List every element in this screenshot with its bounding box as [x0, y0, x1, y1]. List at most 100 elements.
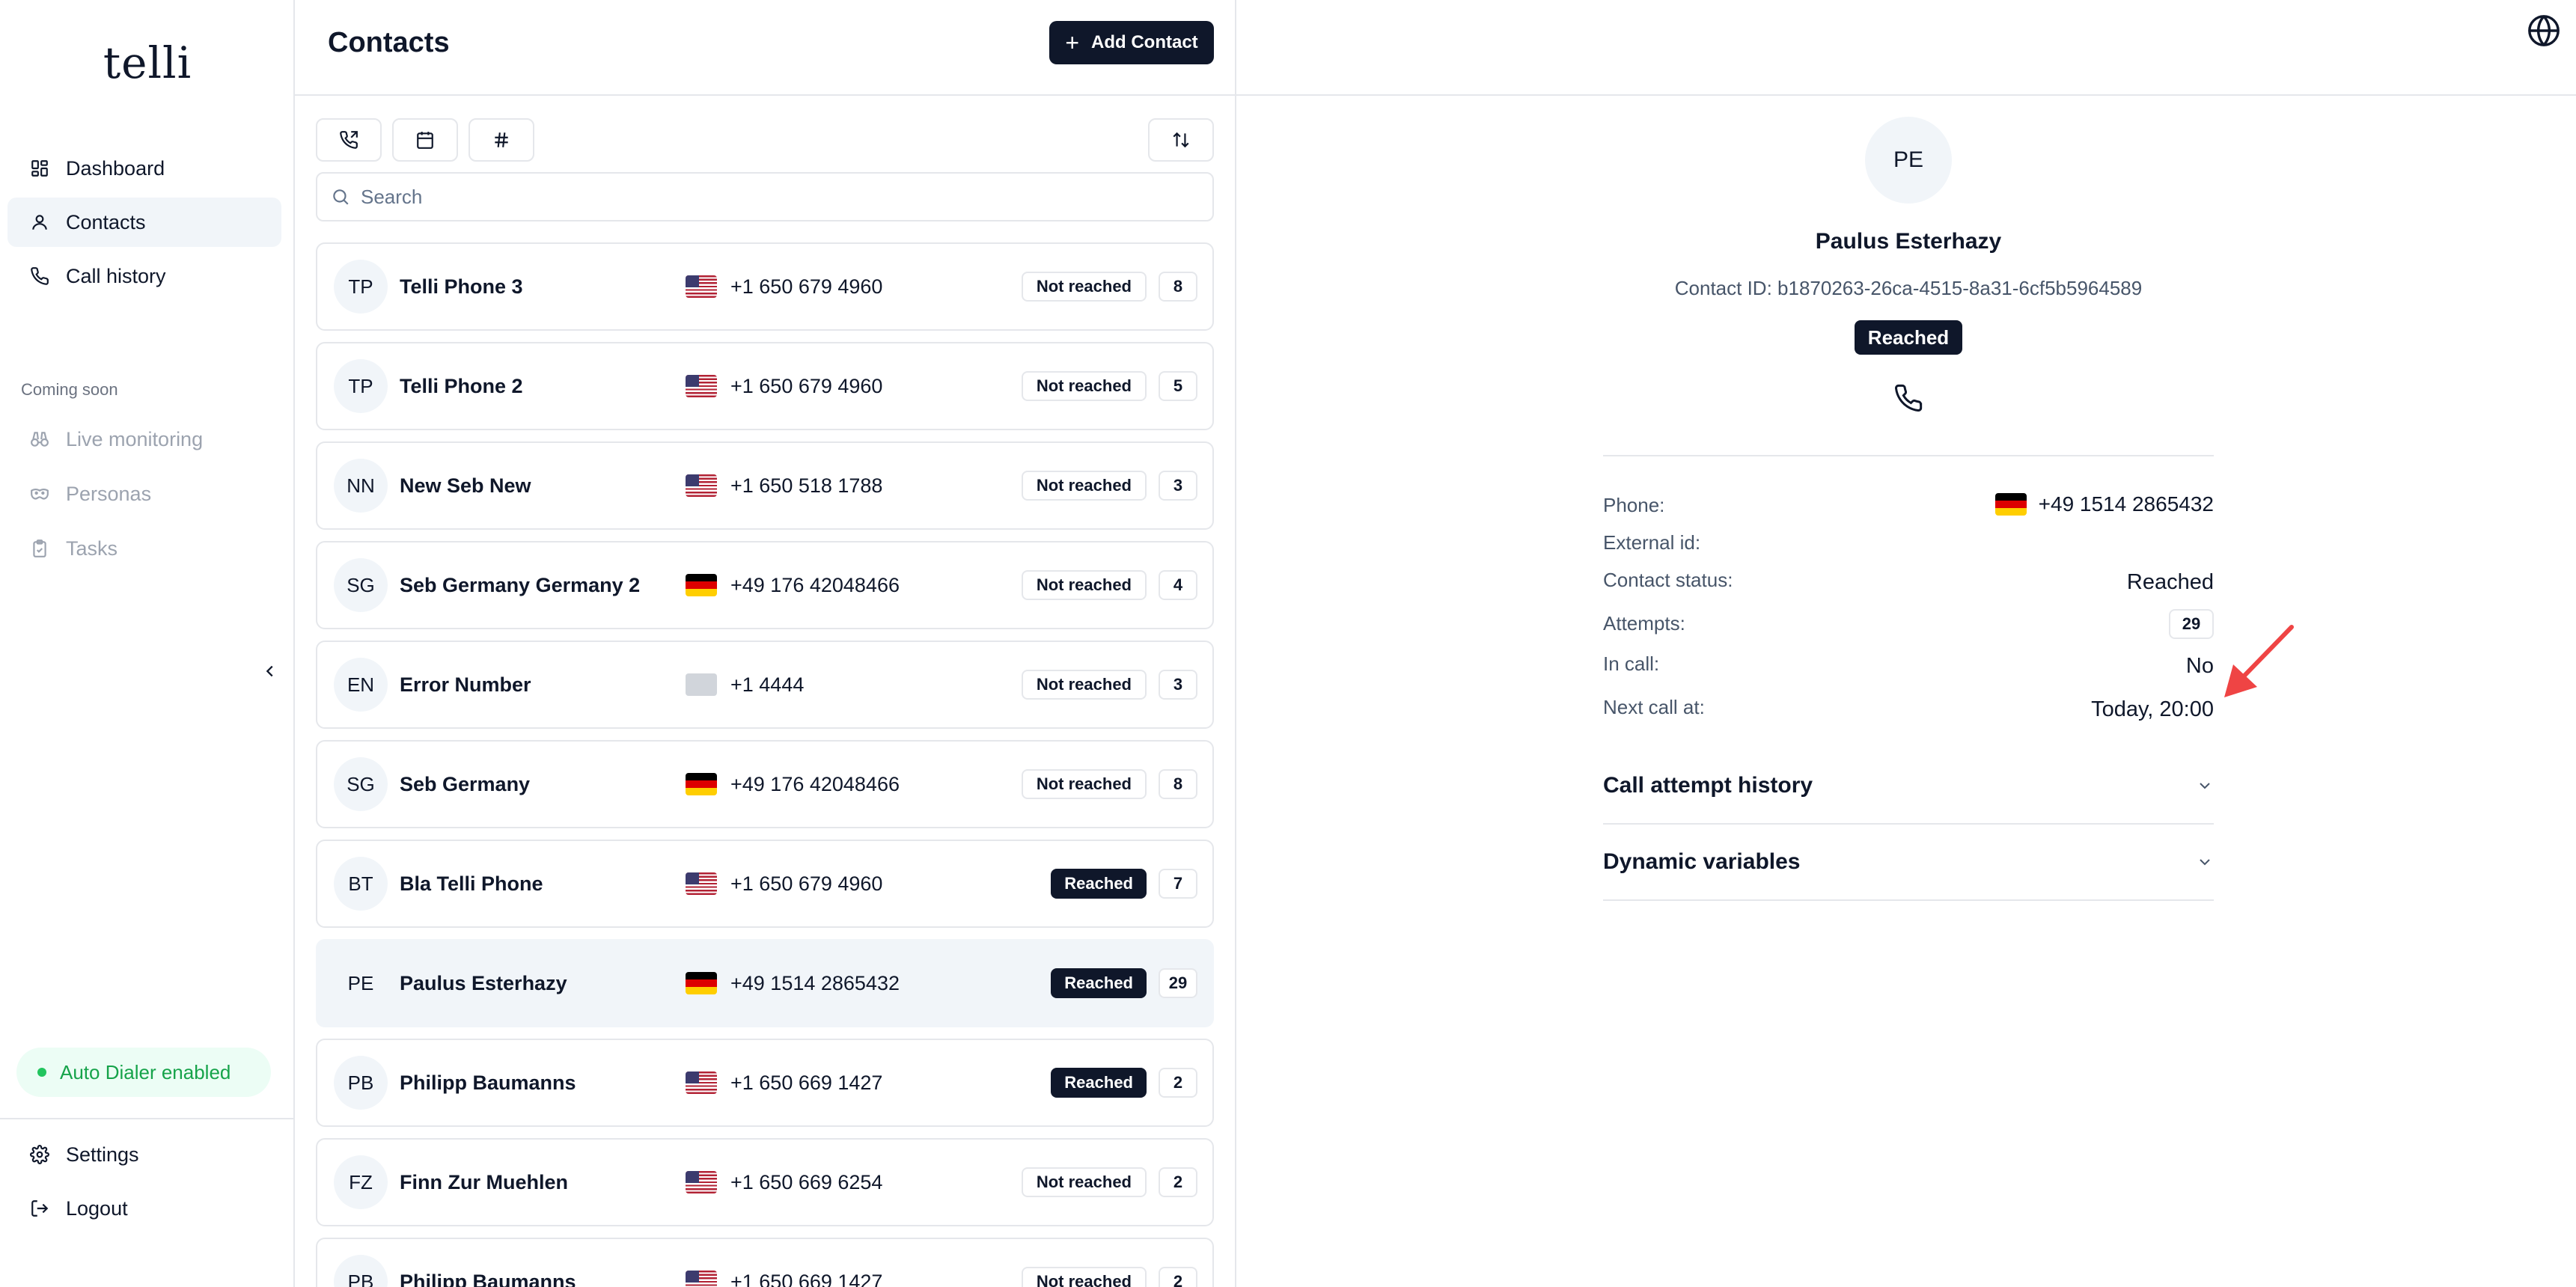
status-badge: Not reached — [1021, 272, 1147, 302]
nav-tasks: Tasks — [7, 524, 281, 573]
phone-value-text: +49 1514 2865432 — [2038, 492, 2214, 516]
germany-flag-icon — [1994, 493, 2027, 516]
nav-contacts-label: Contacts — [66, 210, 146, 233]
plus-icon: + — [1065, 29, 1080, 56]
auto-dialer-status: Auto Dialer enabled — [16, 1048, 271, 1097]
contacts-panel: Contacts + Add Contact TP Telli Phone 3 +1… — [295, 0, 1236, 1287]
nav-logout[interactable]: Logout — [7, 1184, 281, 1233]
language-button[interactable] — [2527, 13, 2561, 48]
detail-divider — [1603, 455, 2214, 456]
contact-row[interactable]: PB Philipp Baumanns +1 650 669 1427 Reached… — [316, 1039, 1214, 1127]
mask-icon — [28, 483, 51, 505]
contact-row[interactable]: NN New Seb New +1 650 518 1788 Not reached 3 — [316, 441, 1214, 530]
chevron-down-icon — [2200, 859, 2210, 866]
contact-name: Telli Phone 3 — [400, 275, 523, 298]
nav-personas-label: Personas — [66, 482, 152, 505]
attempt-count-badge: 2 — [1159, 1068, 1197, 1098]
attempt-count-badge: 2 — [1159, 1267, 1197, 1287]
nav-live-monitoring-label: Live monitoring — [66, 427, 204, 450]
contact-avatar: NN — [334, 459, 388, 513]
contact-name: Finn Zur Muehlen — [400, 1170, 568, 1193]
phone-icon — [1895, 384, 1923, 412]
contact-phone: +1 4444 — [730, 673, 805, 696]
dynamic-variables-toggle[interactable]: Dynamic variables — [1603, 825, 2214, 899]
add-contact-label: Add Contact — [1091, 32, 1198, 52]
unknown-flag-icon — [686, 673, 717, 696]
status-badge: Not reached — [1021, 371, 1147, 401]
contact-row[interactable]: PE Paulus Esterhazy +49 1514 2865432 Reache… — [316, 939, 1214, 1027]
us-flag-icon — [686, 1171, 717, 1193]
nav-settings-label: Settings — [66, 1143, 139, 1166]
filter-call-button[interactable] — [316, 118, 382, 162]
contact-avatar: TP — [334, 359, 388, 413]
contact-name: Paulus Esterhazy — [400, 971, 567, 994]
contact-row[interactable]: BT Bla Telli Phone +1 650 679 4960 Reached 7 — [316, 840, 1214, 928]
status-badge: Not reached — [1021, 1267, 1147, 1287]
status-badge: Reached — [1051, 869, 1147, 899]
contact-avatar: BT — [334, 857, 388, 911]
phone-value: +49 1514 2865432 — [1994, 492, 2214, 516]
call-attempt-history-toggle[interactable]: Call attempt history — [1603, 748, 2214, 823]
detail-name: Paulus Esterhazy — [1815, 229, 2002, 254]
attempts-value: 29 — [2169, 609, 2214, 639]
germany-flag-icon — [686, 574, 717, 596]
attempt-count-badge: 5 — [1159, 371, 1197, 401]
in-call-value: No — [2185, 654, 2214, 678]
collapse-sidebar-button[interactable] — [259, 660, 281, 682]
dynamic-variables-label: Dynamic variables — [1603, 849, 1801, 874]
us-flag-icon — [686, 375, 717, 397]
contact-row[interactable]: SG Seb Germany +49 176 42048466 Not reached… — [316, 740, 1214, 828]
contact-phone: +49 176 42048466 — [730, 772, 900, 795]
us-flag-icon — [686, 1072, 717, 1094]
next-call-label: Next call at: — [1603, 696, 1705, 718]
search-input[interactable] — [361, 185, 1184, 209]
nav-contacts[interactable]: Contacts — [7, 198, 281, 247]
attempt-count-badge: 2 — [1159, 1167, 1197, 1197]
dashboard-icon — [28, 157, 51, 180]
globe-icon — [2528, 15, 2560, 46]
sort-button[interactable] — [1148, 118, 1214, 162]
contact-name: Bla Telli Phone — [400, 872, 543, 895]
nav-call-history[interactable]: Call history — [7, 251, 281, 301]
nav-dashboard[interactable]: Dashboard — [7, 144, 281, 193]
nav-live-monitoring: Live monitoring — [7, 415, 281, 464]
contact-name: Telli Phone 2 — [400, 374, 523, 397]
binoculars-icon — [28, 428, 51, 450]
contact-row[interactable]: FZ Finn Zur Muehlen +1 650 669 6254 Not rea… — [316, 1138, 1214, 1226]
contacts-header: Contacts + Add Contact — [295, 0, 1235, 96]
contact-row[interactable]: TP Telli Phone 2 +1 650 679 4960 Not reache… — [316, 342, 1214, 430]
contact-row[interactable]: TP Telli Phone 3 +1 650 679 4960 Not reache… — [316, 242, 1214, 331]
status-badge: Not reached — [1021, 670, 1147, 700]
contact-avatar: SG — [334, 757, 388, 811]
filter-hash-button[interactable] — [468, 118, 534, 162]
contact-row[interactable]: EN Error Number +1 4444 Not reached 3 — [316, 641, 1214, 729]
contact-avatar: PB — [334, 1255, 388, 1287]
nav-settings[interactable]: Settings — [7, 1130, 281, 1179]
detail-avatar: PE — [1865, 117, 1952, 204]
user-icon — [28, 211, 51, 233]
page-title: Contacts — [328, 27, 450, 58]
search-box[interactable] — [316, 172, 1214, 221]
contact-name: Philipp Baumanns — [400, 1071, 576, 1094]
sidebar: telli Dashboard Contacts Call history Co… — [0, 0, 295, 1287]
call-contact-button[interactable] — [1893, 383, 1923, 413]
status-dot — [37, 1068, 46, 1077]
contact-row[interactable]: SG Seb Germany Germany 2 +49 176 42048466 N… — [316, 541, 1214, 629]
contact-row[interactable]: PB Philipp Baumanns +1 650 669 1427 Not rea… — [316, 1238, 1214, 1287]
status-badge: Not reached — [1021, 1167, 1147, 1197]
status-badge: Not reached — [1021, 570, 1147, 600]
add-contact-button[interactable]: + Add Contact — [1049, 21, 1214, 64]
contact-phone: +1 650 679 4960 — [730, 872, 883, 895]
clipboard-icon — [28, 537, 51, 560]
status-badge: Not reached — [1021, 471, 1147, 501]
contact-phone: +1 650 518 1788 — [730, 474, 883, 497]
contact-phone: +49 176 42048466 — [730, 573, 900, 596]
us-flag-icon — [686, 1271, 717, 1287]
contact-avatar: PE — [334, 956, 388, 1010]
contact-phone: +1 650 669 1427 — [730, 1270, 883, 1287]
us-flag-icon — [686, 474, 717, 497]
contact-phone: +49 1514 2865432 — [730, 971, 900, 994]
logout-icon — [28, 1197, 51, 1220]
contact-phone: +1 650 669 1427 — [730, 1071, 883, 1094]
filter-date-button[interactable] — [392, 118, 458, 162]
